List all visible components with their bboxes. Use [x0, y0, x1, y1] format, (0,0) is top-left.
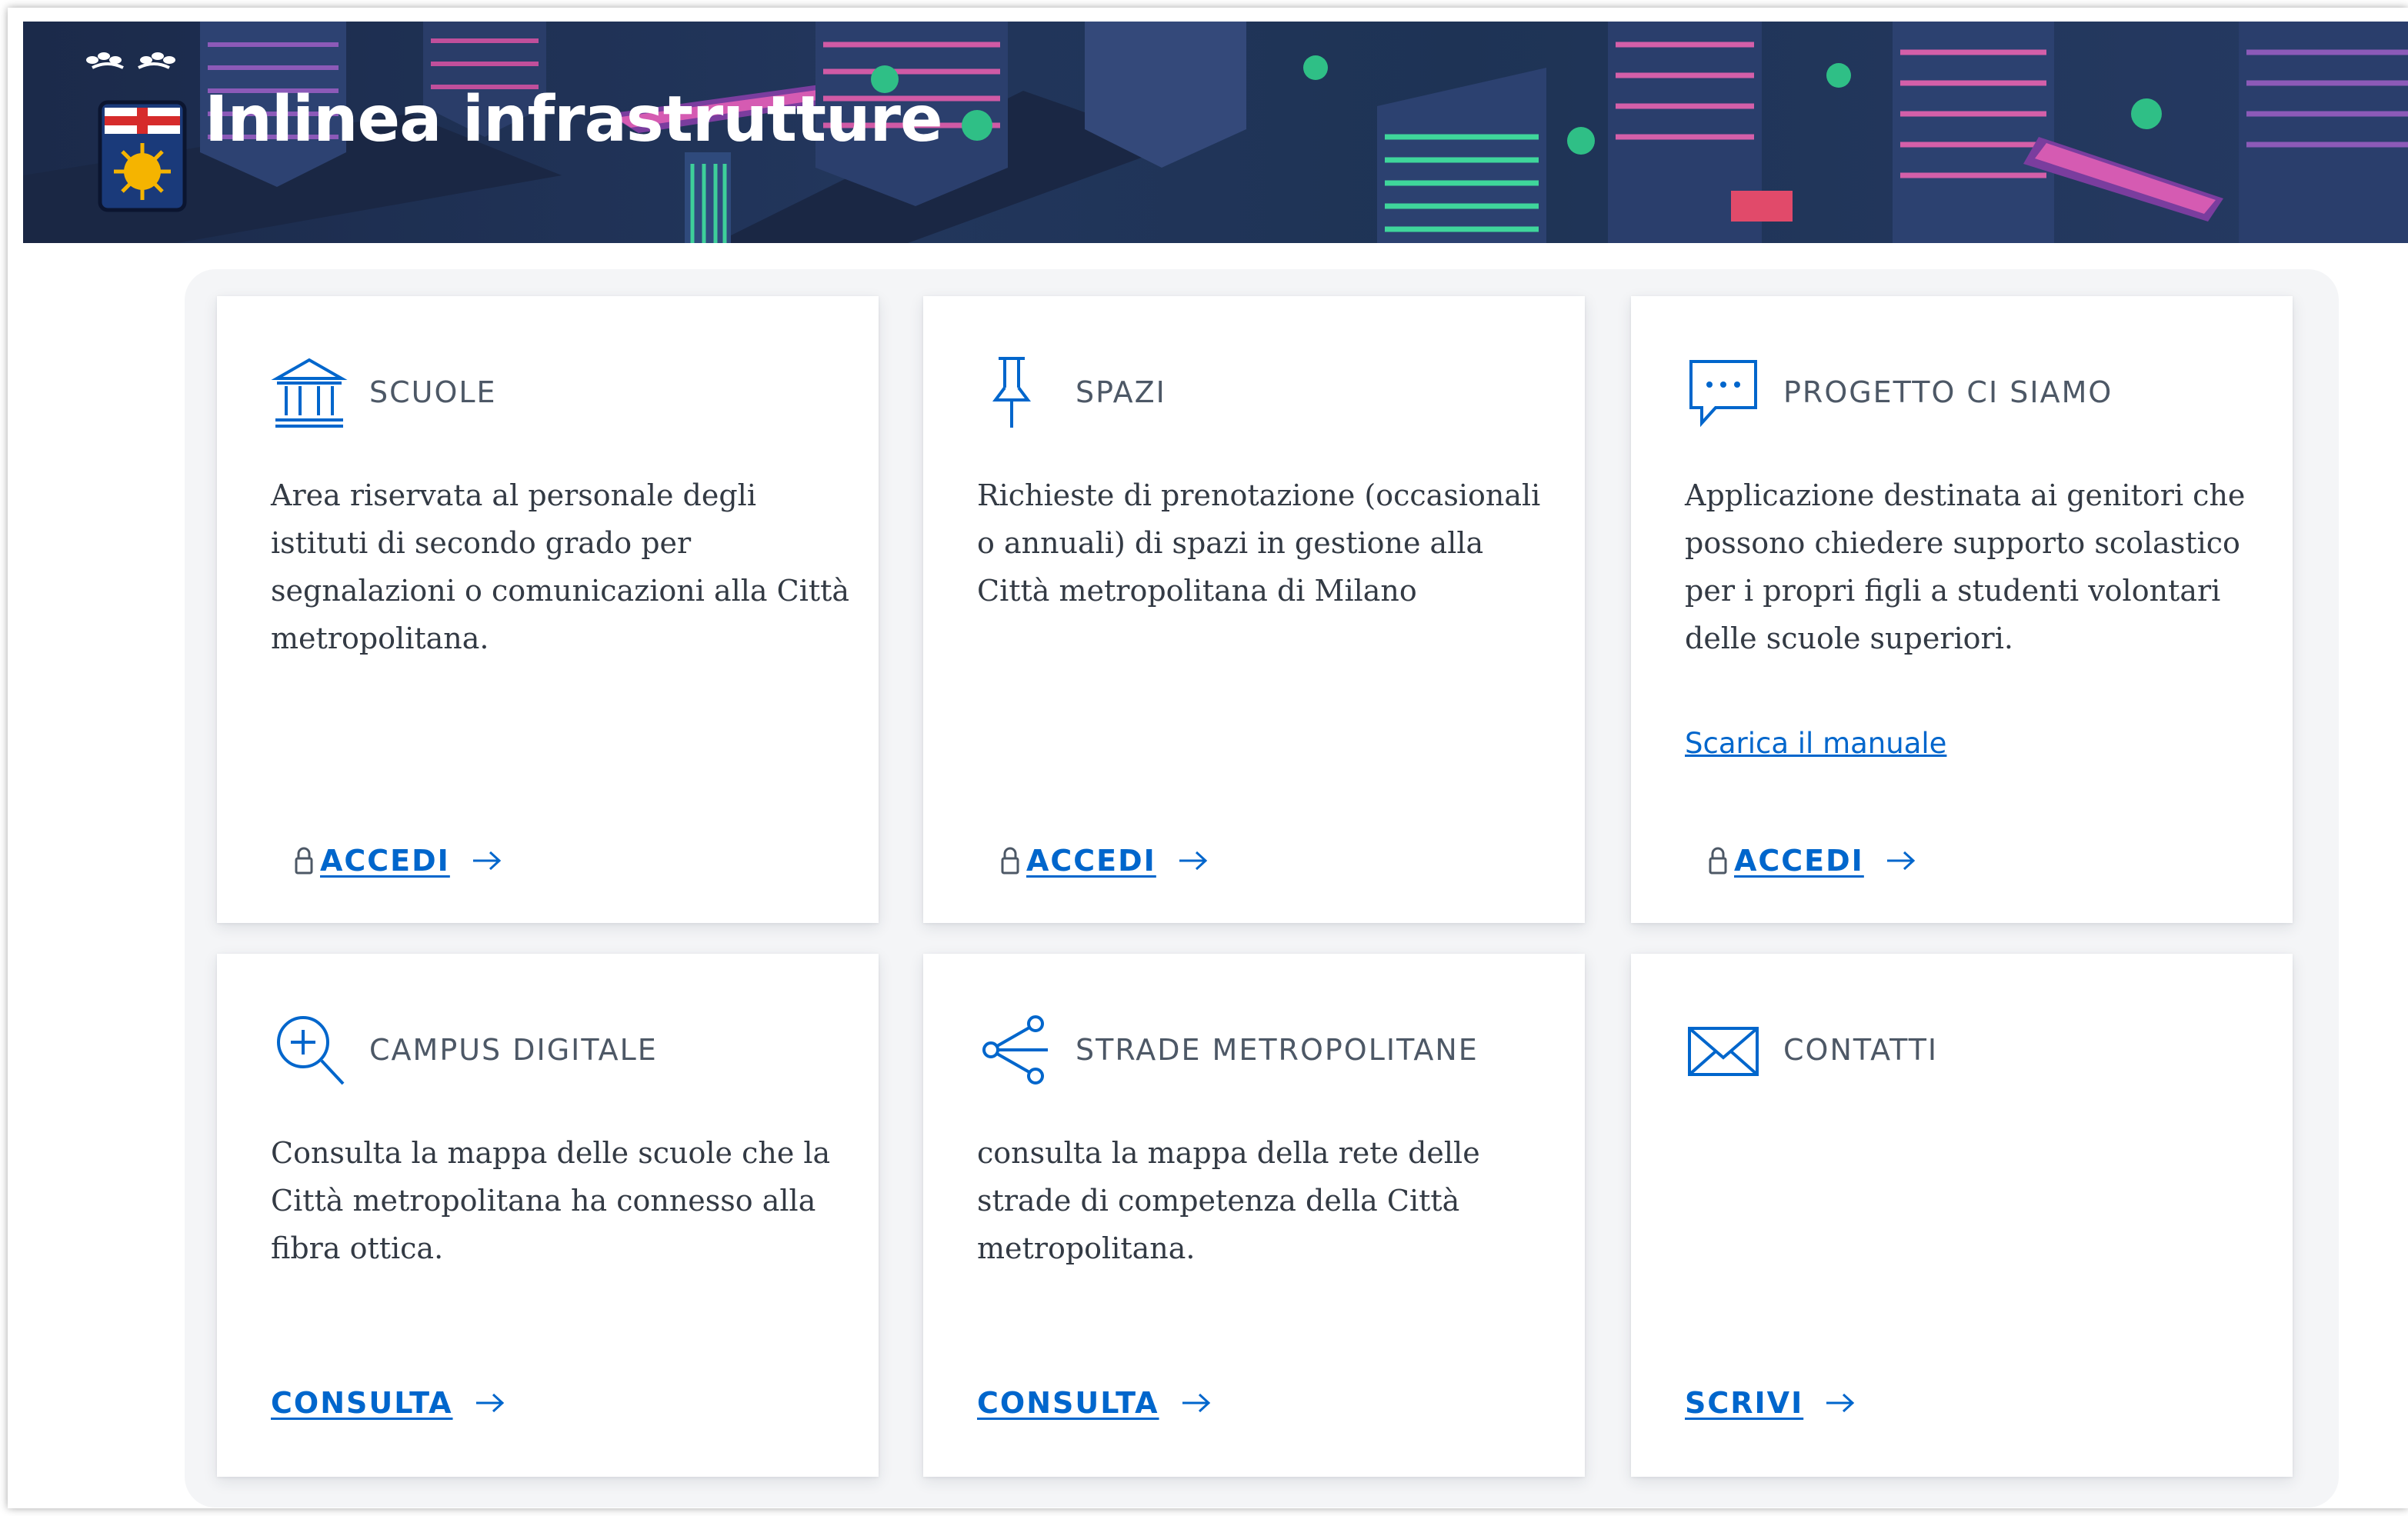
accedi-label[interactable]: ACCEDI	[1734, 844, 1864, 878]
card-scuole: SCUOLE Area riservata al personale degli…	[217, 296, 879, 923]
card-strade-metropolitane: STRADE METROPOLITANE consulta la mappa d…	[923, 954, 1585, 1477]
accedi-link[interactable]: ACCEDI	[1000, 844, 1209, 878]
arrow-right-icon	[1179, 851, 1208, 871]
zoom-in-icon	[277, 1016, 345, 1085]
arrow-right-icon	[472, 851, 502, 871]
card-description: Area riservata al personale degli istitu…	[271, 478, 850, 655]
arrow-right-icon	[475, 1393, 504, 1413]
lock-icon	[295, 847, 313, 875]
header-banner: Inlinea infrastrutture	[23, 22, 2408, 243]
lock-icon	[1001, 847, 1019, 875]
city-coat-of-arms-logo	[86, 52, 187, 212]
consulta-link[interactable]: CONSULTA	[977, 1386, 1212, 1420]
card-description: Richieste di prenotazione (occasionali o…	[977, 478, 1541, 608]
download-manual-link[interactable]: Scarica il manuale	[1685, 727, 1946, 760]
card-title: SPAZI	[1076, 375, 1166, 409]
card-description: consulta la mappa della rete delle strad…	[977, 1136, 1480, 1265]
lock-icon	[1709, 847, 1727, 875]
accedi-label[interactable]: ACCEDI	[1026, 844, 1156, 878]
card-title: STRADE METROPOLITANE	[1076, 1033, 1479, 1067]
card-description: Applicazione destinata ai genitori che p…	[1685, 478, 2246, 655]
pin-icon	[992, 357, 1031, 428]
consulta-label[interactable]: CONSULTA	[977, 1386, 1159, 1420]
arrow-right-icon	[1182, 1393, 1210, 1413]
site-title[interactable]: Inlinea infrastrutture	[205, 83, 943, 156]
consulta-link[interactable]: CONSULTA	[271, 1386, 505, 1420]
accedi-link[interactable]: ACCEDI	[1708, 844, 1916, 878]
arrow-right-icon	[1826, 1393, 1855, 1413]
scrivi-label[interactable]: SCRIVI	[1685, 1386, 1803, 1420]
accedi-link[interactable]: ACCEDI	[294, 844, 502, 878]
card-campus-digitale: CAMPUS DIGITALE Consulta la mappa delle …	[217, 954, 879, 1477]
card-description: Consulta la mappa delle scuole che la Ci…	[271, 1136, 831, 1265]
envelope-icon	[1688, 1027, 1759, 1076]
page: Inlinea infrastrutture SCUOLE Area riser…	[8, 8, 2408, 1508]
card-title: PROGETTO CI SIAMO	[1783, 375, 2113, 409]
consulta-label[interactable]: CONSULTA	[271, 1386, 453, 1420]
card-progetto-ci-siamo: PROGETTO CI SIAMO Applicazione destinata…	[1631, 296, 2293, 923]
share-icon	[982, 1015, 1048, 1085]
card-title: CAMPUS DIGITALE	[369, 1033, 658, 1067]
institution-icon	[271, 358, 348, 428]
arrow-right-icon	[1886, 851, 1916, 871]
card-title: SCUOLE	[369, 375, 497, 409]
accedi-label[interactable]: ACCEDI	[320, 844, 450, 878]
card-contatti: CONTATTI SCRIVI	[1631, 954, 2293, 1477]
scrivi-link[interactable]: SCRIVI	[1685, 1386, 1856, 1420]
card-spazi: SPAZI Richieste di prenotazione (occasio…	[923, 296, 1585, 923]
chat-bubble-icon	[1689, 360, 1757, 428]
card-title: CONTATTI	[1783, 1033, 1939, 1067]
